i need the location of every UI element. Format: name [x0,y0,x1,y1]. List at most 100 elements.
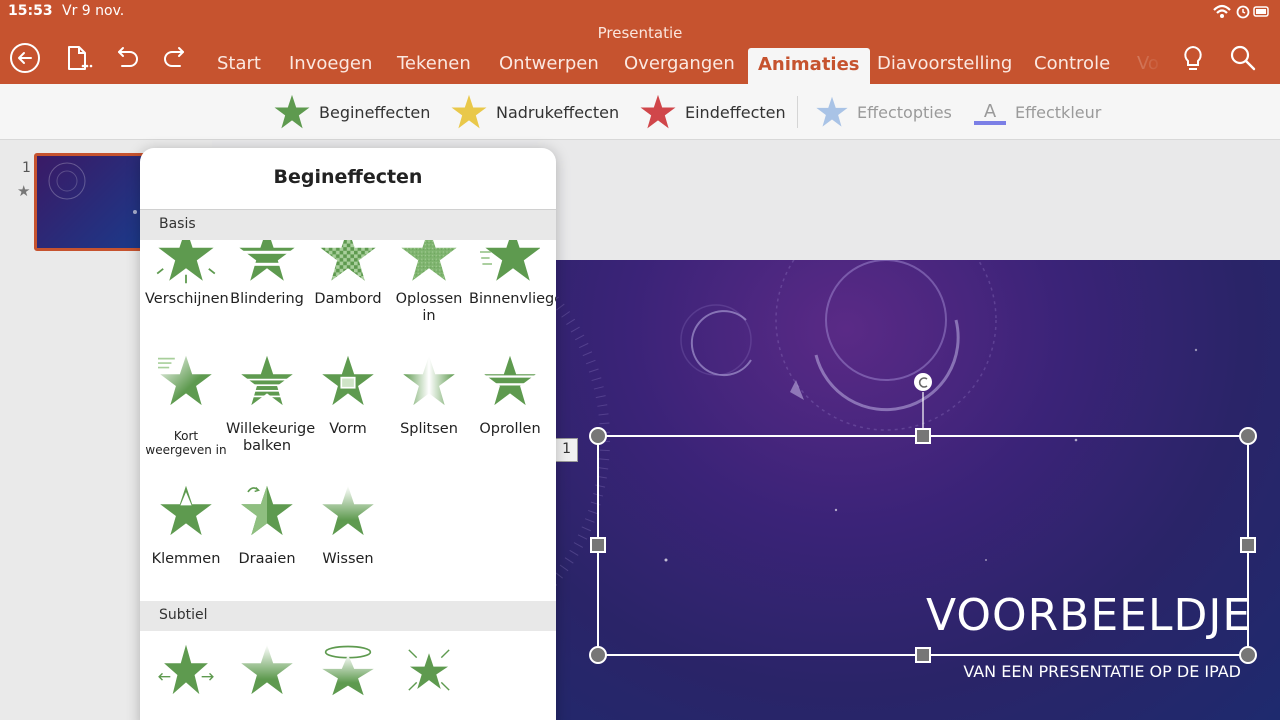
file-icon[interactable] [61,42,93,74]
slide-subtitle[interactable]: VAN EEN PRESENTATIE OP DE IPAD [886,662,1241,681]
tab-scroll-fade [1122,44,1166,84]
alarm-icon [1236,5,1250,19]
font-color-glyph: A [984,101,997,122]
effect-splitsen[interactable]: Splitsen [388,353,470,438]
section-header-subtiel: Subtiel [140,601,556,631]
flash-star-icon [158,355,212,406]
effect-subtle-2[interactable] [226,642,308,698]
exit-effects-label: Eindeffecten [685,102,786,122]
yellow-star-icon [451,94,487,129]
effect-label: Verschijnen [145,291,229,307]
wifi-icon [1213,4,1231,18]
effect-wissen[interactable]: Wissen [307,483,389,568]
battery-icon [1253,6,1269,17]
dissolve-star-icon [401,240,457,281]
tab-invoegen[interactable]: Invoegen [289,53,372,74]
effect-label: Blindering [230,291,304,307]
animation-marker-icon: ★ [17,182,31,200]
effect-dambord[interactable]: Dambord [307,240,389,308]
effect-label: Oplossen in [395,291,463,324]
emphasis-effects-label: Nadrukeffecten [496,102,620,122]
zoom-star-icon [408,649,450,691]
effect-kort-weergeven-in[interactable]: Kort weergeven in [145,353,227,457]
swivel-star-icon [322,645,374,696]
redo-icon[interactable] [160,42,192,74]
effect-color-label: Effectkleur [1015,102,1102,122]
shape-star-icon [322,355,374,406]
status-icons [1213,4,1269,19]
slide-background-art [556,260,1198,587]
effect-label: Klemmen [151,551,221,567]
begin-effects-label: Begineffecten [319,102,431,122]
effect-oprollen[interactable]: Oprollen [469,353,551,438]
fly-in-star-icon [480,240,540,281]
tab-animaties[interactable]: Animaties [748,48,870,84]
slide[interactable]: VOORBEELDJE VAN EEN PRESENTATIE OP DE IP… [556,260,1280,720]
undo-icon[interactable] [110,42,142,74]
effect-options-label: Effectopties [857,102,952,122]
status-date: Vr 9 nov. [62,3,125,19]
thumbnail-decoration [48,162,137,214]
expand-star-icon [158,644,214,695]
effect-label: Draaien [238,551,296,567]
green-star-icon [274,94,310,129]
effect-binnenvliegen[interactable]: Binnenvliegen [469,240,556,308]
slide-thumbnail[interactable] [34,153,148,251]
fade-star-icon [241,644,293,695]
wheel-star-icon [482,355,538,406]
slide-number: 1 [22,160,31,176]
effect-oplossen-in[interactable]: Oplossen in [388,240,470,325]
begin-effects-button[interactable]: Begineffecten [273,84,430,140]
blue-star-icon [816,96,848,127]
begin-effects-popover: Begineffecten Basis Verschijnen Blinderi… [140,148,556,720]
tab-diavoorstelling[interactable]: Diavoorstelling [877,53,1012,74]
effect-label: Binnenvliegen [469,291,556,307]
effect-label: Splitsen [400,421,458,437]
animations-ribbon: Begineffecten Nadrukeffecten Eindeffecte… [0,84,1280,140]
effect-label: Oprollen [479,421,541,437]
effect-verschijnen[interactable]: Verschijnen [145,240,229,308]
tab-controle[interactable]: Controle [1034,53,1110,74]
status-time: 15:53 [8,3,53,19]
popover-title: Begineffecten [273,166,423,188]
clamp-star-icon [160,485,212,536]
split-star-icon [403,355,455,406]
ribbon-separator [797,96,798,128]
lightbulb-icon[interactable] [1177,42,1209,74]
tab-ontwerpen[interactable]: Ontwerpen [499,53,599,74]
font-color-icon: A [974,101,1006,125]
effect-draaien[interactable]: Draaien [226,483,308,568]
exit-effects-button[interactable]: Eindeffecten [639,84,786,140]
effect-klemmen[interactable]: Klemmen [145,483,227,568]
effect-subtle-3[interactable] [307,642,389,698]
back-icon[interactable] [9,42,41,74]
effect-willekeurige-balken[interactable]: Willekeurige balken [226,353,316,455]
slide-title[interactable]: VOORBEELDJE [926,590,1250,641]
effect-subtle-1[interactable] [145,642,227,698]
blinds-star-icon [237,240,297,281]
checkerboard-star-icon [320,240,376,281]
effect-label: Kort weergeven in [145,429,227,457]
random-bars-star-icon [239,355,295,406]
effect-label: Dambord [314,291,382,307]
spin-star-icon [241,485,293,536]
tab-tekenen[interactable]: Tekenen [397,53,471,74]
effect-blindering[interactable]: Blindering [226,240,308,308]
effect-vorm[interactable]: Vorm [307,353,389,438]
document-title: Presentatie [597,24,683,42]
effect-label: Vorm [329,421,367,437]
emphasis-effects-button[interactable]: Nadrukeffecten [450,84,619,140]
section-header-basis: Basis [140,210,556,240]
tab-overgangen[interactable]: Overgangen [624,53,735,74]
effect-label: Willekeurige balken [226,421,316,454]
appear-star-icon [156,240,216,284]
tab-start[interactable]: Start [217,53,261,74]
top-bar: 15:53 Vr 9 nov. Presentatie Start Invoeg… [0,0,1280,84]
effect-options-button[interactable]: Effectopties [815,84,952,140]
effect-label: Wissen [322,551,374,567]
red-star-icon [640,94,676,129]
effect-color-button[interactable]: A Effectkleur [973,84,1101,140]
search-icon[interactable] [1227,42,1259,74]
effect-subtle-4[interactable] [388,642,470,698]
wipe-star-icon [322,485,374,536]
